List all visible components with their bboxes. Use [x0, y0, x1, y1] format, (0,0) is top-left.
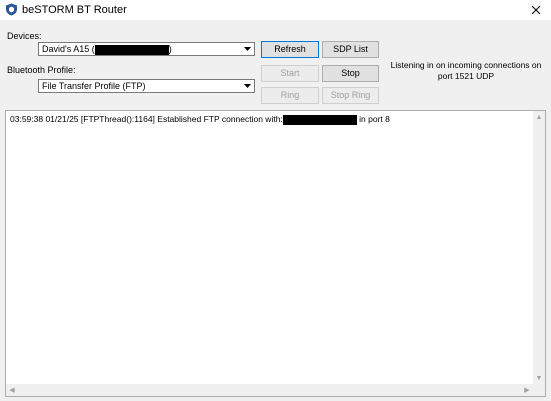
vertical-scrollbar[interactable]: ▲ ▼ — [533, 111, 545, 384]
scroll-up-icon[interactable]: ▲ — [533, 111, 545, 123]
scroll-right-icon[interactable]: ▶ — [521, 384, 533, 396]
status-line-1: Listening in on incoming connections on — [390, 60, 542, 70]
title-bar: beSTORM BT Router — [0, 0, 551, 20]
bluetooth-profile-selected-value: File Transfer Profile (FTP) — [42, 81, 146, 91]
log-textarea[interactable]: 03:59:38 01/21/25 [FTPThread():1164] Est… — [5, 110, 546, 397]
log-line: 03:59:38 01/21/25 [FTPThread():1164] Est… — [10, 114, 390, 125]
chevron-down-icon[interactable] — [240, 80, 254, 92]
bluetooth-profile-dropdown[interactable]: File Transfer Profile (FTP) — [38, 79, 255, 93]
start-button[interactable]: Start — [261, 65, 319, 82]
listening-status: Listening in on incoming connections on … — [385, 60, 547, 82]
ring-button[interactable]: Ring — [261, 87, 319, 104]
redaction-box — [282, 114, 357, 125]
sdp-list-button[interactable]: SDP List — [322, 41, 379, 58]
refresh-button[interactable]: Refresh — [261, 41, 319, 58]
log-line-suffix: in port 8 — [359, 114, 390, 124]
devices-label: Devices: — [7, 31, 42, 41]
stop-ring-button[interactable]: Stop Ring — [322, 87, 379, 104]
chevron-down-icon[interactable] — [240, 43, 254, 55]
bluetooth-profile-label: Bluetooth Profile: — [7, 65, 76, 75]
close-icon — [531, 5, 541, 15]
devices-selected-suffix: ) — [168, 44, 172, 54]
devices-selected-value: David's A15 () — [42, 44, 172, 55]
status-line-2: port 1521 UDP — [437, 71, 495, 81]
scroll-down-icon[interactable]: ▼ — [533, 372, 545, 384]
devices-dropdown[interactable]: David's A15 () — [38, 42, 255, 56]
redaction-box — [94, 44, 169, 55]
scrollbar-corner — [533, 384, 545, 396]
devices-selected-name: David's A15 ( — [42, 44, 95, 54]
log-line-prefix: 03:59:38 01/21/25 [FTPThread():1164] Est… — [10, 114, 283, 124]
close-button[interactable] — [521, 0, 551, 20]
window-title: beSTORM BT Router — [22, 4, 127, 16]
horizontal-scrollbar[interactable]: ◀ ▶ — [6, 384, 533, 396]
scroll-left-icon[interactable]: ◀ — [6, 384, 18, 396]
shield-icon — [6, 3, 17, 16]
stop-button[interactable]: Stop — [322, 65, 379, 82]
